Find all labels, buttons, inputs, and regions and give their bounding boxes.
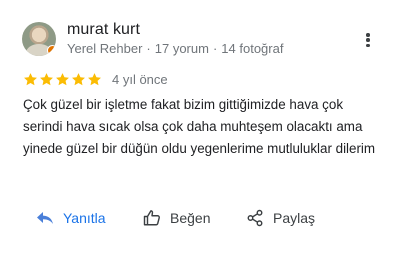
- more-options-button[interactable]: [360, 30, 376, 50]
- photos-count: 14 fotoğraf: [221, 41, 284, 56]
- review-date: 4 yıl önce: [112, 72, 168, 87]
- meta-separator: ·: [146, 41, 151, 56]
- star-rating: [23, 72, 102, 87]
- more-vertical-icon: [366, 33, 370, 37]
- more-vertical-icon: [366, 43, 370, 47]
- share-label: Paylaş: [273, 210, 316, 226]
- meta-separator: ·: [212, 41, 218, 56]
- avatar[interactable]: [22, 22, 56, 56]
- local-guide-badge-icon: [47, 45, 56, 56]
- reviews-count: 17 yorum: [154, 41, 209, 56]
- star-icon: [56, 73, 69, 86]
- author-name[interactable]: murat kurt: [67, 21, 140, 39]
- reply-button[interactable]: Yanıtla: [36, 207, 106, 229]
- star-icon: [24, 73, 37, 86]
- share-icon: [247, 209, 263, 227]
- review-text: Çok güzel bir işletme fakat bizim gittiğ…: [23, 97, 376, 156]
- star-icon: [72, 73, 85, 86]
- star-icon: [40, 73, 53, 86]
- rating-row: 4 yıl önce: [23, 72, 168, 87]
- local-guide-label: Yerel Rehber: [67, 41, 143, 56]
- review-card: murat kurt Yerel Rehber · 17 yorum · 14 foto…: [0, 0, 398, 254]
- thumbs-up-icon: [143, 210, 160, 226]
- reply-arrow-icon: [37, 212, 53, 224]
- reply-label: Yanıtla: [63, 210, 106, 226]
- author-meta: Yerel Rehber · 17 yorum · 14 fotoğraf: [67, 41, 283, 56]
- like-label: Beğen: [170, 210, 211, 226]
- more-vertical-icon: [366, 38, 370, 42]
- star-icon: [88, 73, 101, 86]
- share-button[interactable]: Paylaş: [246, 207, 315, 229]
- like-button[interactable]: Beğen: [143, 207, 210, 229]
